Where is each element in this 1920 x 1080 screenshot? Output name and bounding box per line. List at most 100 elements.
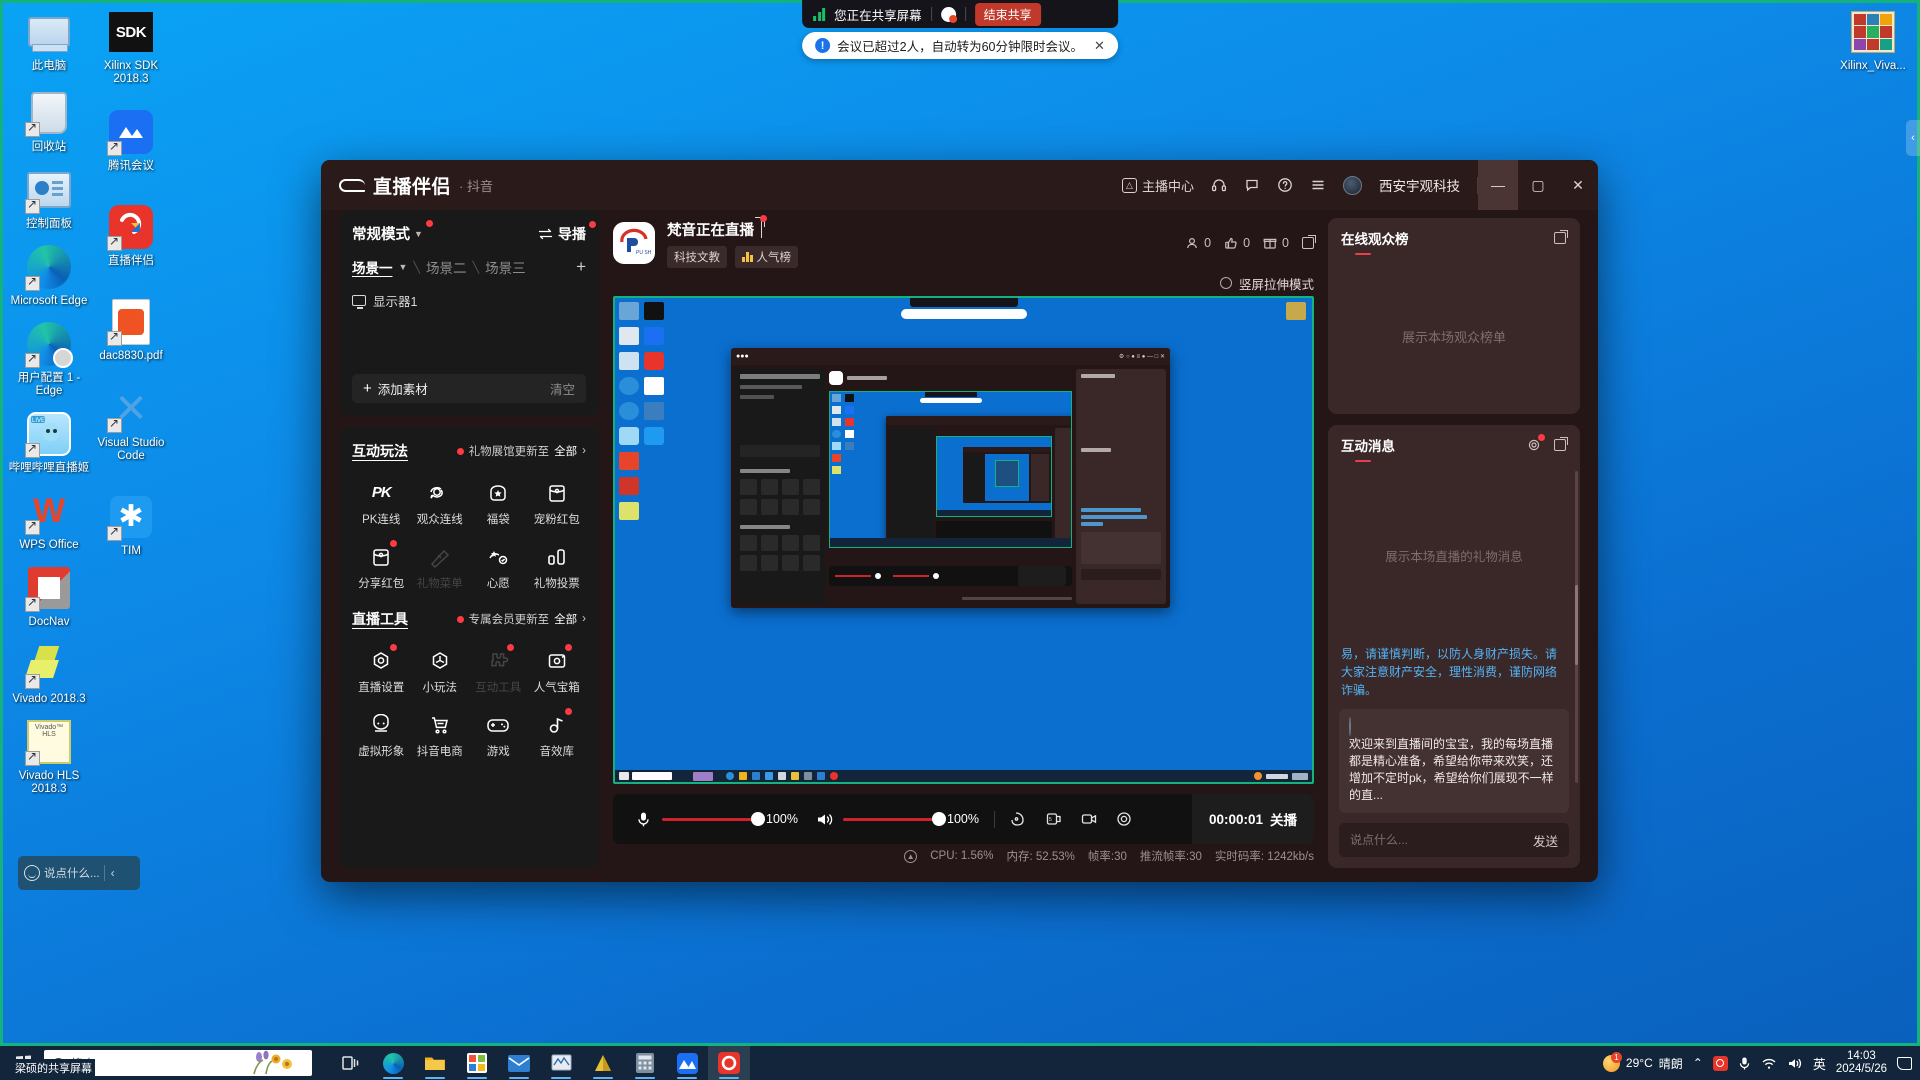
tool-wish[interactable]: 心愿 <box>469 536 528 596</box>
taskbar-app-task-view[interactable] <box>330 1046 372 1080</box>
menu-icon[interactable] <box>1310 177 1326 193</box>
mic-slider[interactable] <box>662 812 765 826</box>
camera-icon[interactable] <box>1078 808 1100 830</box>
chat-input-row[interactable]: 发送 <box>1339 823 1569 857</box>
taskbar-app-douyin-companion[interactable] <box>708 1046 750 1080</box>
speaker-icon[interactable] <box>813 808 835 830</box>
tool-pk[interactable]: PK PK连线 <box>352 472 411 532</box>
tool-lucky-bag[interactable]: 福袋 <box>469 472 528 532</box>
taskbar-app-mail[interactable] <box>498 1046 540 1080</box>
microphone-tray-icon[interactable] <box>1738 1056 1751 1071</box>
avatar[interactable] <box>1343 175 1362 195</box>
send-button[interactable]: 发送 <box>1533 831 1558 850</box>
microphone-icon[interactable] <box>632 808 654 830</box>
popout-icon[interactable] <box>1302 235 1316 249</box>
minimize-button[interactable]: — <box>1478 160 1518 210</box>
desktop-icon-xilinx-sdk[interactable]: SDK Xilinx SDK 2018.3 <box>88 8 174 86</box>
beauty-icon[interactable] <box>1008 808 1030 830</box>
desktop-icon-archive[interactable]: Xilinx_Viva... <box>1830 8 1916 73</box>
livetools-more-link[interactable]: 专属会员更新至 全部 › <box>456 611 586 627</box>
desktop-icon-vivado-hls[interactable]: Vivado™ HLS Vivado HLS 2018.3 <box>6 718 92 796</box>
wifi-icon[interactable] <box>1761 1057 1777 1070</box>
tool-sound-library[interactable]: 音效库 <box>528 704 587 764</box>
tool-mini-game[interactable]: 小玩法 <box>411 640 470 700</box>
taskbar-app-tencent-meeting[interactable] <box>666 1046 708 1080</box>
filter-icon[interactable]: 5 <box>1043 808 1065 830</box>
speaker-slider-knob[interactable] <box>932 812 946 826</box>
taskbar-app-file-explorer[interactable] <box>414 1046 456 1080</box>
desktop-icon-vscode[interactable]: ✕ Visual Studio Code <box>88 385 174 463</box>
scene-source-item[interactable]: 显示器1 <box>352 291 586 310</box>
help-icon[interactable] <box>1277 177 1293 193</box>
end-share-button[interactable]: 结束共享 <box>974 2 1041 26</box>
desktop-icon-edge-profile[interactable]: 用户配置 1 - Edge <box>6 320 92 398</box>
desktop-icon-edge[interactable]: Microsoft Edge <box>6 243 92 308</box>
ime-indicator[interactable]: 英 <box>1813 1054 1826 1073</box>
tray-chevron-icon[interactable]: ⌃ <box>1693 1056 1703 1070</box>
popout-icon[interactable] <box>1552 437 1568 453</box>
settings-gear-icon[interactable] <box>1526 433 1545 453</box>
scene-tab-3[interactable]: 场景三 <box>485 257 526 277</box>
tool-audience-link[interactable]: 观众连线 <box>411 472 470 532</box>
tool-gift-vote[interactable]: 礼物投票 <box>528 536 587 596</box>
stream-tag-1[interactable]: 科技文教 <box>667 245 727 268</box>
desktop-chat-pill[interactable]: 说点什么... ‹ <box>18 856 140 890</box>
edit-icon[interactable] <box>761 220 762 238</box>
close-button[interactable]: ✕ <box>1558 160 1598 210</box>
tool-interactive-tool[interactable]: 互动工具 <box>469 640 528 700</box>
desktop-icon-douyin-companion[interactable]: 直播伴侣 <box>88 203 174 268</box>
scene-tab-2[interactable]: 场景二 <box>426 257 467 277</box>
chevron-down-icon[interactable]: ▼ <box>399 262 408 272</box>
stream-tag-2[interactable]: 人气榜 <box>735 245 798 268</box>
mode-selector[interactable]: 常规模式 ▼ <box>352 220 433 244</box>
taskbar-app-calculator[interactable] <box>624 1046 666 1080</box>
maximize-button[interactable]: ▢ <box>1518 160 1558 210</box>
notification-icon[interactable] <box>1897 1056 1912 1070</box>
tool-fan-redpacket[interactable]: 宠粉红包 <box>528 472 587 532</box>
taskbar-app-monitor-app[interactable] <box>540 1046 582 1080</box>
tool-live-settings[interactable]: 直播设置 <box>352 640 411 700</box>
anchor-center-button[interactable]: △ 主播中心 <box>1121 176 1194 195</box>
popout-icon[interactable] <box>1552 230 1568 246</box>
chat-input[interactable] <box>1350 833 1533 847</box>
desktop-icon-tencent-meeting[interactable]: 腾讯会议 <box>88 108 174 173</box>
tool-share-redpacket[interactable]: 分享红包 <box>352 536 411 596</box>
taskbar-app-store[interactable] <box>456 1046 498 1080</box>
speaker-slider[interactable] <box>843 812 946 826</box>
stream-preview[interactable]: ●●● ⚙ ○ ● ≡ ● — □ ✕ <box>613 296 1314 784</box>
chevron-left-icon[interactable]: ‹ <box>109 866 117 880</box>
add-source-button[interactable]: + 添加素材 清空 <box>352 374 586 403</box>
tool-gift-menu[interactable]: 礼物菜单 <box>411 536 470 596</box>
settings-gear-icon[interactable] <box>1113 808 1135 830</box>
headset-icon[interactable] <box>1211 177 1227 193</box>
desktop-icon-pdf-file[interactable]: dac8830.pdf <box>88 298 174 363</box>
desktop-icon-docnav[interactable]: DocNav <box>6 564 92 629</box>
taskbar-app-acrobat[interactable] <box>582 1046 624 1080</box>
vertical-mode-radio[interactable] <box>1219 277 1232 289</box>
end-live-button[interactable]: 00:00:01 关播 <box>1191 794 1314 844</box>
tool-gamepad[interactable]: 游戏 <box>469 704 528 764</box>
weather-widget[interactable]: 1 29°C 晴朗 <box>1602 1051 1683 1072</box>
scrollbar-thumb[interactable] <box>1575 585 1578 665</box>
taskbar-clock[interactable]: 14:03 2024/5/26 <box>1836 1050 1887 1076</box>
interactive-more-link[interactable]: 礼物展馆更新至 全部 › <box>456 443 586 459</box>
desktop-icon-recycle-bin[interactable]: 回收站 <box>6 89 92 154</box>
volume-icon[interactable] <box>1787 1057 1803 1070</box>
scene-tab-1[interactable]: 场景一 <box>352 257 393 277</box>
message-list[interactable]: 展示本场直播的礼物消息 易，请谨慎判断，以防人身财产损失。请大家注意财产安全，理… <box>1328 465 1580 823</box>
tool-avatar[interactable]: 虚拟形象 <box>352 704 411 764</box>
tool-shop-cart[interactable]: 抖音电商 <box>411 704 470 764</box>
comment-icon[interactable] <box>1244 177 1260 193</box>
desktop-icon-wps[interactable]: W WPS Office <box>6 487 92 552</box>
desktop-icon-computer[interactable]: 此电脑 <box>6 8 92 73</box>
desktop-icon-vivado[interactable]: Vivado 2018.3 <box>6 641 92 706</box>
tool-popularity-chest[interactable]: 人气宝箱 <box>528 640 587 700</box>
desktop-icon-control-panel[interactable]: 控制面板 <box>6 166 92 231</box>
add-scene-button[interactable]: + <box>576 257 586 277</box>
mic-slider-knob[interactable] <box>751 812 765 826</box>
douyin-tray-icon[interactable] <box>1712 1055 1728 1071</box>
close-icon[interactable]: ✕ <box>1094 38 1105 54</box>
taskbar-app-edge[interactable] <box>372 1046 414 1080</box>
desktop-icon-bilibili-live[interactable]: LIVE 哔哩哔哩直播姬 <box>6 410 92 475</box>
desktop-icon-tim[interactable]: ✱ TIM <box>88 493 174 558</box>
